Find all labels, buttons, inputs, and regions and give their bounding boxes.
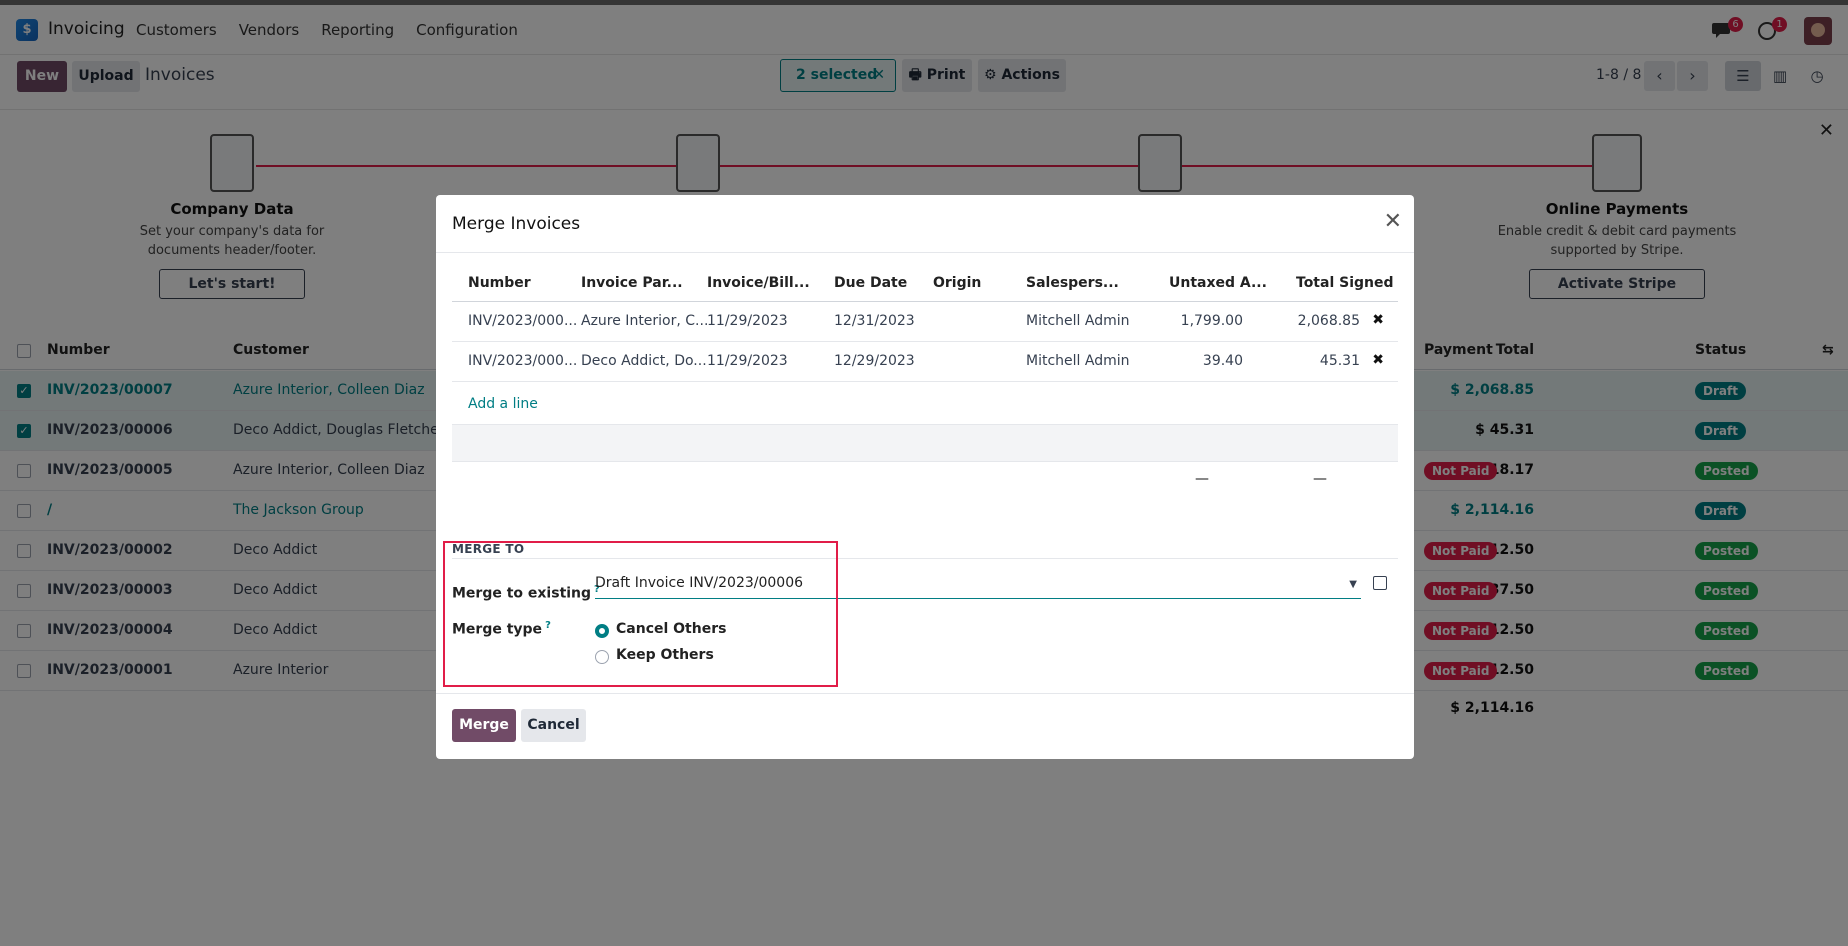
- cell-salesperson: Mitchell Admin: [1026, 313, 1130, 329]
- cell-untaxed: 39.40: [1202, 353, 1243, 369]
- cell-total: 2,068.85: [1297, 313, 1360, 329]
- close-dialog-icon[interactable]: ✕: [1384, 209, 1402, 234]
- merge-table-row[interactable]: INV/2023/000... Azure Interior, C... 11/…: [452, 302, 1398, 342]
- col-origin[interactable]: Origin: [933, 275, 981, 291]
- cancel-button[interactable]: Cancel: [521, 709, 586, 742]
- delete-row-icon[interactable]: ✖: [1372, 312, 1384, 328]
- dialog-title: Merge Invoices: [452, 214, 581, 234]
- col-number[interactable]: Number: [468, 275, 531, 291]
- delete-row-icon[interactable]: ✖: [1372, 352, 1384, 368]
- cell-due-date: 12/31/2023: [834, 313, 915, 329]
- cell-partner: Deco Addict, Do...: [581, 353, 707, 369]
- add-line-link[interactable]: Add a line: [468, 396, 538, 412]
- annotation-highlight-box: [443, 541, 838, 687]
- merge-table-row[interactable]: INV/2023/000... Deco Addict, Do... 11/29…: [452, 342, 1398, 382]
- empty-table-rows: [452, 424, 1398, 462]
- cell-untaxed: 1,799.00: [1180, 313, 1243, 329]
- cell-salesperson: Mitchell Admin: [1026, 353, 1130, 369]
- sum-untaxed: —: [1195, 471, 1209, 487]
- cell-invoice-date: 11/29/2023: [707, 313, 788, 329]
- merge-button[interactable]: Merge: [452, 709, 516, 742]
- col-untaxed-amount[interactable]: Untaxed A...: [1169, 275, 1267, 291]
- external-link-icon[interactable]: [1373, 576, 1387, 590]
- dialog-header-divider: [436, 252, 1414, 253]
- cell-total: 45.31: [1319, 353, 1360, 369]
- cell-partner: Azure Interior, C...: [581, 313, 709, 329]
- col-invoice-date[interactable]: Invoice/Bill...: [707, 275, 810, 291]
- col-due-date[interactable]: Due Date: [834, 275, 907, 291]
- merge-table-header: Number Invoice Par... Invoice/Bill... Du…: [452, 265, 1398, 302]
- merge-invoices-dialog: Merge Invoices ✕ Number Invoice Par... I…: [436, 195, 1414, 759]
- dropdown-caret-icon[interactable]: ▼: [1349, 579, 1357, 590]
- col-salesperson[interactable]: Salespers...: [1026, 275, 1119, 291]
- col-invoice-partner[interactable]: Invoice Par...: [581, 275, 683, 291]
- sum-total: —: [1313, 471, 1327, 487]
- cell-number: INV/2023/000...: [468, 313, 578, 329]
- dialog-footer-divider: [436, 693, 1414, 694]
- cell-due-date: 12/29/2023: [834, 353, 915, 369]
- col-total-signed[interactable]: Total Signed: [1296, 275, 1394, 291]
- cell-number: INV/2023/000...: [468, 353, 578, 369]
- cell-invoice-date: 11/29/2023: [707, 353, 788, 369]
